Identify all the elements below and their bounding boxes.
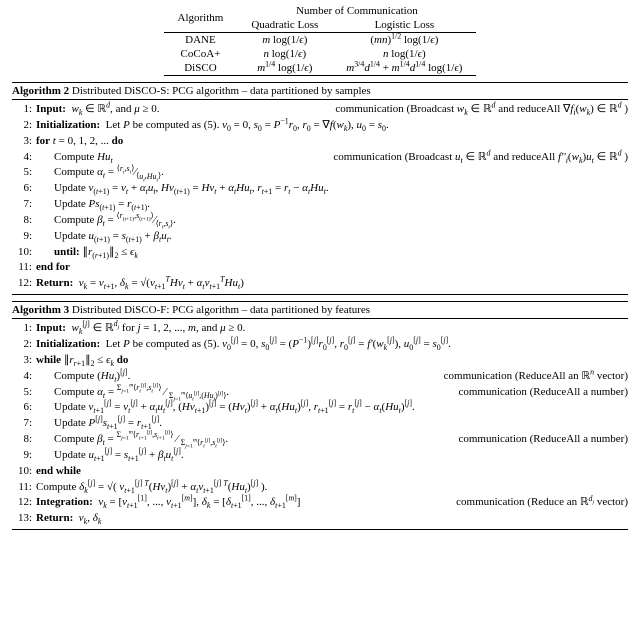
col-header-algo: Algorithm bbox=[164, 4, 238, 33]
algo-step: 4:Compute (Hut)[j].communication (Reduce… bbox=[12, 369, 628, 385]
table-row: CoCoA+ n log(1/ϵ) n log(1/ϵ) bbox=[164, 47, 477, 61]
communication-comparison-table: Algorithm Number of Communication Quadra… bbox=[164, 4, 477, 76]
col-header-quadratic: Quadratic Loss bbox=[237, 18, 332, 33]
table-row: DANE m log(1/ϵ) (mn)1/2 log(1/ϵ) bbox=[164, 33, 477, 48]
algo-step: 12:Integration: vk = [vt+1[1], ..., vt+1… bbox=[12, 495, 628, 511]
algo-step: 1:Input: wk ∈ ℝd, and μ ≥ 0.communicatio… bbox=[12, 102, 628, 118]
cell: n log(1/ϵ) bbox=[237, 47, 332, 61]
algorithm-3-title: Algorithm 3 Distributed DiSCO-F: PCG alg… bbox=[12, 302, 628, 319]
col-header-top: Number of Communication bbox=[237, 4, 476, 18]
algo-step: 6:Update vt+1[j] = vt[j] + αtut[j], (Hvt… bbox=[12, 400, 628, 416]
algo-step: 3:while ∥rr+1∥2 ≤ ϵk do bbox=[12, 353, 628, 369]
algo-step: 9:Update u(t+1) = s(t+1) + βtut. bbox=[12, 229, 628, 245]
cell: (mn)1/2 log(1/ϵ) bbox=[332, 33, 476, 48]
algo-step: 1:Input: wk[j] ∈ ℝdj for j = 1, 2, ..., … bbox=[12, 321, 628, 337]
table-row: DiSCO m1/4 log(1/ϵ) m3/4d1/4 + m1/4d1/4 … bbox=[164, 61, 477, 76]
algo-step: 13:Return: vk, δk bbox=[12, 511, 628, 527]
algo-step: 6:Update v(t+1) = vt + αtut, Hv(t+1) = H… bbox=[12, 181, 628, 197]
algorithm-2-block: Algorithm 2 Distributed DiSCO-S: PCG alg… bbox=[12, 82, 628, 295]
algorithm-3-block: Algorithm 3 Distributed DiSCO-F: PCG alg… bbox=[12, 301, 628, 530]
cell: m1/4 log(1/ϵ) bbox=[237, 61, 332, 76]
cell: m3/4d1/4 + m1/4d1/4 log(1/ϵ) bbox=[332, 61, 476, 76]
algo-step: 2:Initialization: Let P be computed as (… bbox=[12, 337, 628, 353]
algo-step: 10:until: ∥r(r+1)∥2 ≤ ϵk bbox=[12, 245, 628, 261]
algo-step: 9:Update ut+1[j] = st+1[j] + βtut[j]. bbox=[12, 448, 628, 464]
algo-step: 11:Compute δk[j] = √( vt+1[j] T(Hvt)[j] … bbox=[12, 480, 628, 496]
algo-step: 3:for t = 0, 1, 2, ... do bbox=[12, 134, 628, 150]
algo-step: 11:end for bbox=[12, 260, 628, 276]
algo-step: 12:Return: vk = vt+1, δk = √(vt+1THvt + … bbox=[12, 276, 628, 292]
algorithm-2-title: Algorithm 2 Distributed DiSCO-S: PCG alg… bbox=[12, 83, 628, 100]
algo-step: 10:end while bbox=[12, 464, 628, 480]
algo-step: 4:Compute Hutcommunication (Broadcast ut… bbox=[12, 150, 628, 166]
algo-step: 7:Update P[j]st+1[j] = rt+1[j]. bbox=[12, 416, 628, 432]
col-header-logistic: Logistic Loss bbox=[332, 18, 476, 33]
cell: CoCoA+ bbox=[164, 47, 238, 61]
algo-step: 5:Compute αt = ⟨rt,st⟩⁄⟨ut,Hut⟩. bbox=[12, 165, 628, 181]
cell: DANE bbox=[164, 33, 238, 48]
cell: m log(1/ϵ) bbox=[237, 33, 332, 48]
algo-step: 7:Update Ps(t+1) = r(t+1). bbox=[12, 197, 628, 213]
algo-step: 2:Initialization: Let P be computed as (… bbox=[12, 118, 628, 134]
algo-step: 8:Compute βt = ⟨r(t+1),s(t+1)⟩⁄⟨rt,st⟩. bbox=[12, 213, 628, 229]
cell: DiSCO bbox=[164, 61, 238, 76]
